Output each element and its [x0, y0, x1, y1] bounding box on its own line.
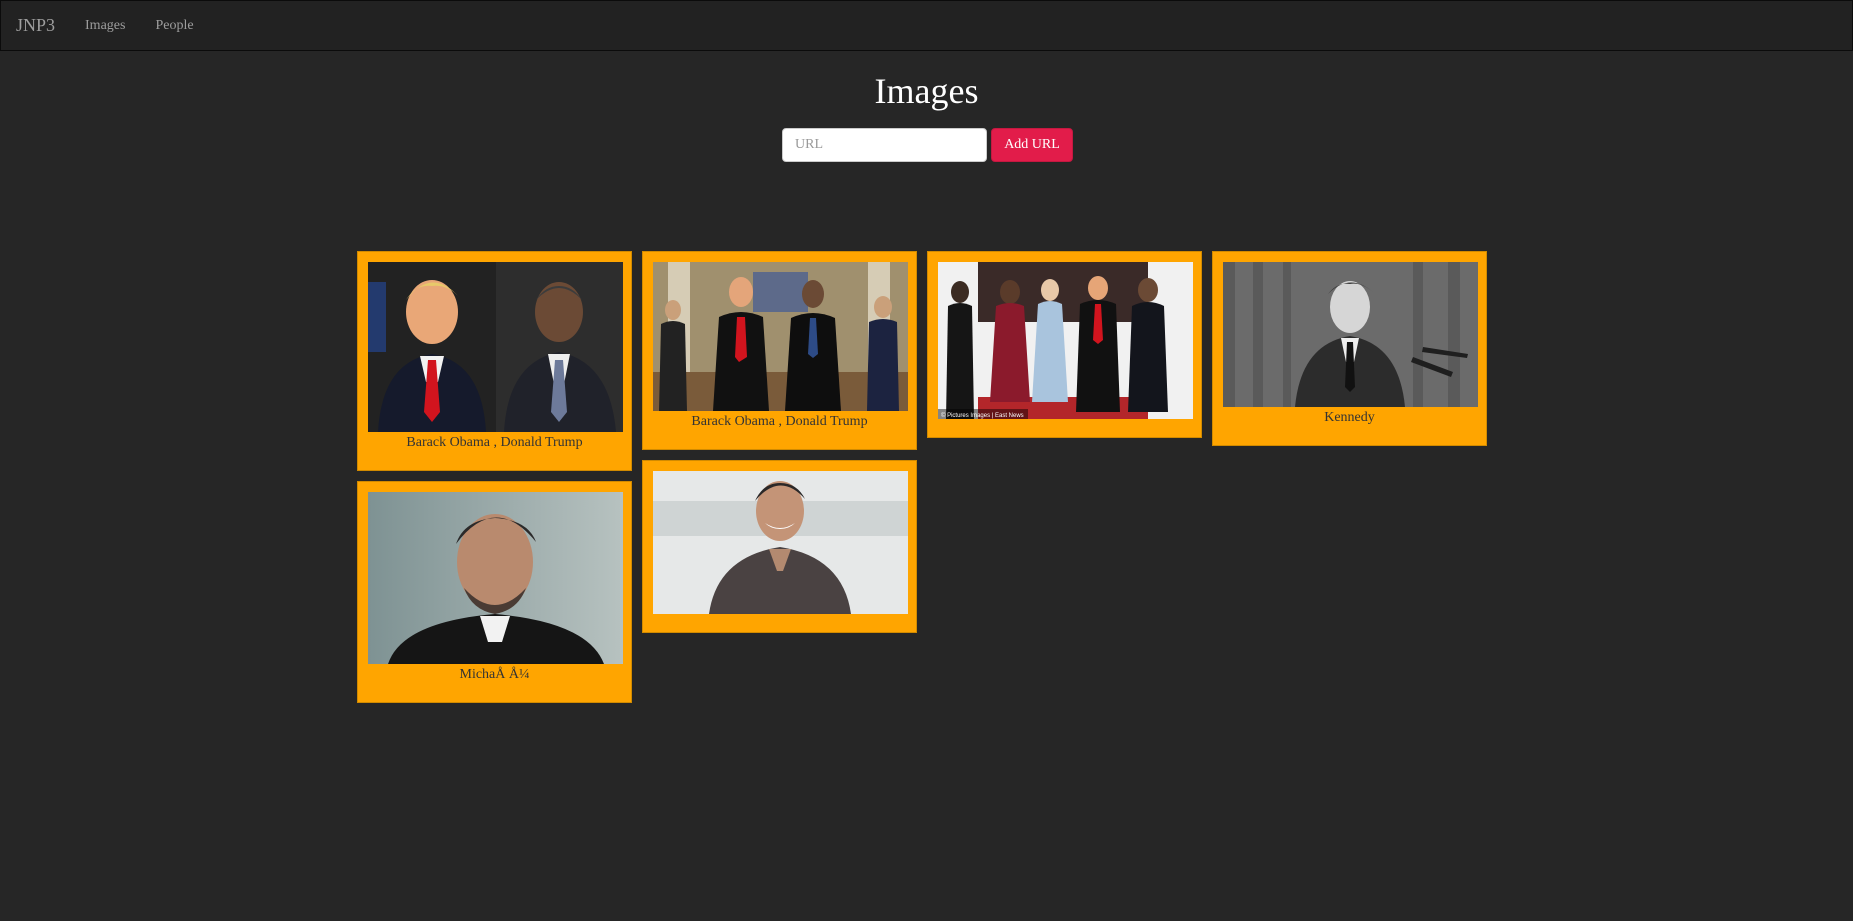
card-photo — [1223, 262, 1478, 407]
card-photo — [653, 471, 908, 614]
url-input[interactable] — [782, 128, 987, 162]
page-title: Images — [874, 71, 979, 111]
photo-credit: © Pictures Images | East News — [941, 412, 1024, 419]
card-photo — [368, 262, 623, 432]
image-card[interactable]: MichaÅ Å¼ — [357, 481, 632, 703]
image-card[interactable] — [642, 460, 917, 633]
card-photo: © Pictures Images | East News — [938, 262, 1193, 419]
image-card[interactable]: Kennedy — [1212, 251, 1487, 446]
add-url-button[interactable]: Add URL — [991, 128, 1073, 162]
card-caption: Barack Obama , Donald Trump — [406, 435, 583, 450]
add-url-form: Add URL — [782, 128, 1073, 162]
card-caption: Kennedy — [1324, 410, 1375, 425]
nav-link-people[interactable]: People — [140, 18, 208, 34]
card-photo — [368, 492, 623, 664]
card-caption: MichaÅ Å¼ — [459, 667, 530, 682]
card-caption: Barack Obama , Donald Trump — [691, 414, 868, 429]
top-navbar: JNP3 Images People — [0, 0, 1853, 51]
brand-link[interactable]: JNP3 — [16, 15, 55, 36]
image-card[interactable]: Barack Obama , Donald Trump — [642, 251, 917, 450]
card-photo — [653, 262, 908, 411]
image-card[interactable]: © Pictures Images | East News — [927, 251, 1202, 438]
image-card[interactable]: Barack Obama , Donald Trump — [357, 251, 632, 471]
nav-link-images[interactable]: Images — [70, 18, 140, 34]
